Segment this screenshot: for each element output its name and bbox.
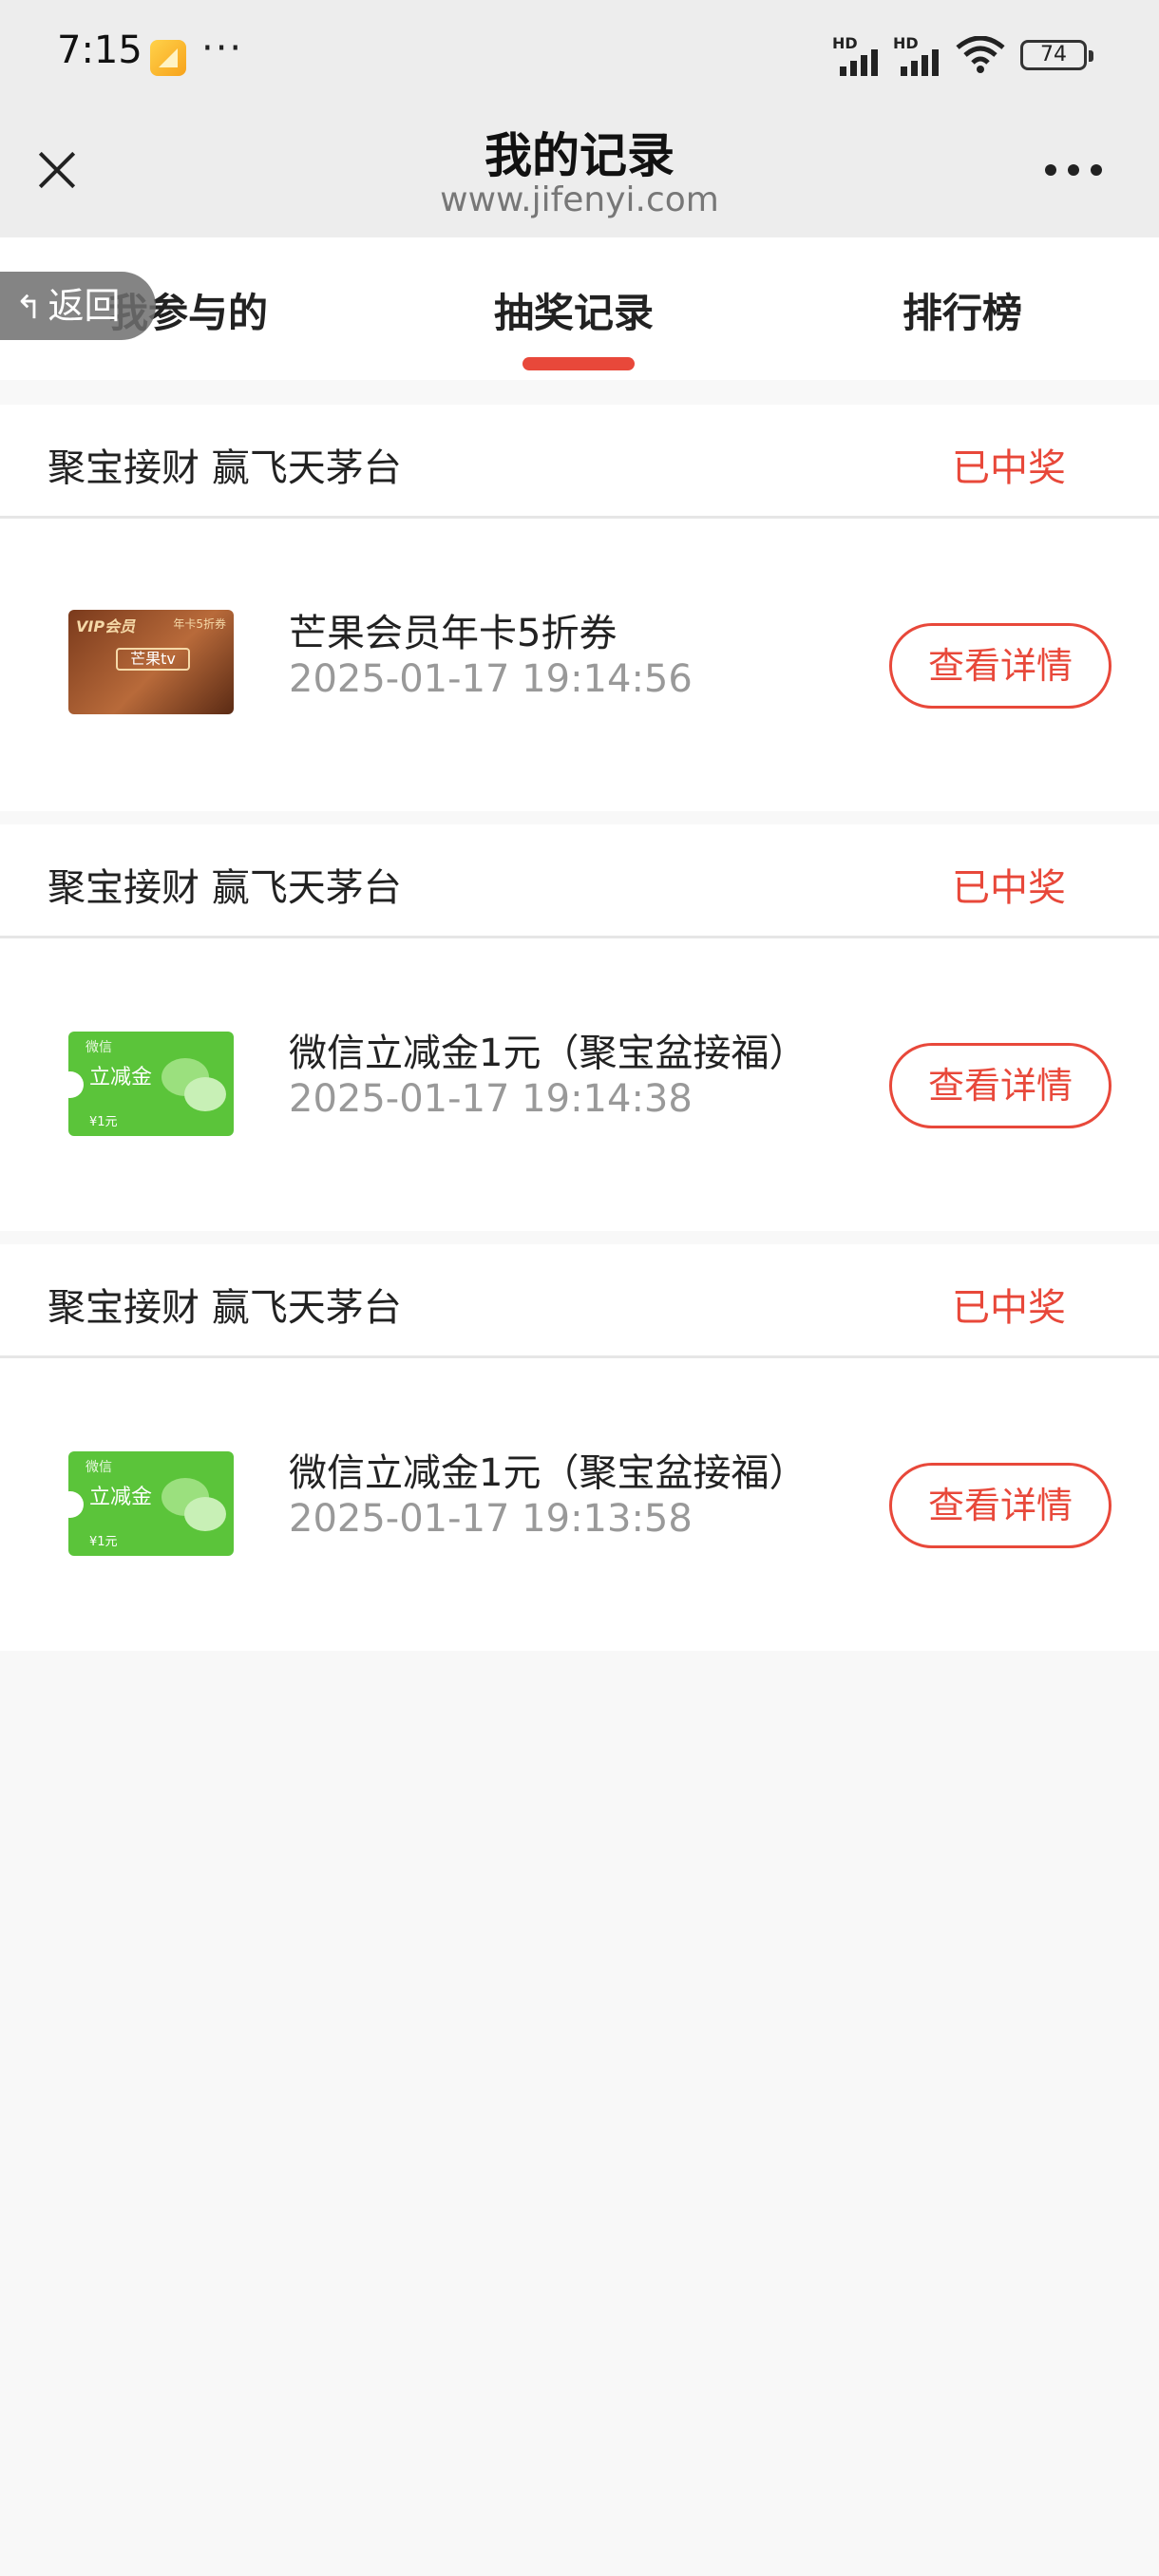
activity-name: 聚宝接财 赢飞天茅台 — [48, 446, 402, 490]
activity-name: 聚宝接财 赢飞天茅台 — [48, 866, 402, 910]
prize-thumbnail: VIP会员 年卡5折券 芒果tv — [68, 610, 234, 714]
signal-icon: HD — [832, 34, 885, 76]
record-header: 聚宝接财 赢飞天茅台 已中奖 — [0, 405, 1159, 519]
prize-name: 芒果会员年卡5折券 — [289, 612, 618, 655]
record-card: 聚宝接财 赢飞天茅台 已中奖 微信 立减金 ¥1元 微信立减金1元（聚宝盆接福）… — [0, 1244, 1159, 1651]
tab-bar: 我参与的 抽奖记录 排行榜 ↰ 返回 — [0, 237, 1159, 380]
record-header: 聚宝接财 赢飞天茅台 已中奖 — [0, 1244, 1159, 1358]
prize-time: 2025-01-17 19:14:38 — [289, 1077, 693, 1121]
page-title: 我的记录 — [484, 128, 674, 183]
record-header: 聚宝接财 赢飞天茅台 已中奖 — [0, 824, 1159, 938]
status-time: 7:15 — [57, 28, 142, 72]
record-card: 聚宝接财 赢飞天茅台 已中奖 微信 立减金 ¥1元 微信立减金1元（聚宝盆接福）… — [0, 824, 1159, 1231]
back-button[interactable]: ↰ 返回 — [0, 272, 156, 340]
back-label: 返回 — [48, 285, 121, 327]
status-bar: 7:15 ··· HD HD 74 — [0, 0, 1159, 112]
view-details-button[interactable]: 查看详情 — [889, 623, 1112, 709]
more-notifications-icon: ··· — [201, 27, 244, 70]
active-tab-indicator — [522, 357, 635, 370]
prize-time: 2025-01-17 19:14:56 — [289, 657, 693, 701]
view-details-button[interactable]: 查看详情 — [889, 1463, 1112, 1548]
mango-tv-logo: 芒果tv — [116, 648, 190, 671]
win-status: 已中奖 — [952, 446, 1066, 490]
prize-time: 2025-01-17 19:13:58 — [289, 1497, 693, 1541]
battery-icon: 74 — [1020, 40, 1093, 70]
prize-name: 微信立减金1元（聚宝盆接福） — [289, 1451, 808, 1495]
win-status: 已中奖 — [952, 1286, 1066, 1330]
tab-leaderboard[interactable]: 排行榜 — [902, 281, 1022, 339]
signal-icon: HD — [893, 34, 946, 76]
tab-draw-records[interactable]: 抽奖记录 — [494, 281, 654, 339]
wifi-icon — [956, 36, 1005, 73]
prize-name: 微信立减金1元（聚宝盆接福） — [289, 1032, 808, 1075]
win-status: 已中奖 — [952, 866, 1066, 910]
notes-app-icon — [150, 40, 186, 76]
back-arrow-icon: ↰ — [15, 289, 43, 327]
prize-thumbnail: 微信 立减金 ¥1元 — [68, 1032, 234, 1136]
prize-thumbnail: 微信 立减金 ¥1元 — [68, 1451, 234, 1556]
page-url: www.jifenyi.com — [440, 180, 719, 219]
view-details-button[interactable]: 查看详情 — [889, 1043, 1112, 1128]
record-card: 聚宝接财 赢飞天茅台 已中奖 VIP会员 年卡5折券 芒果tv 芒果会员年卡5折… — [0, 405, 1159, 811]
nav-bar: 我的记录 www.jifenyi.com — [0, 112, 1159, 237]
activity-name: 聚宝接财 赢飞天茅台 — [48, 1286, 402, 1330]
more-options-icon[interactable] — [1045, 156, 1112, 184]
